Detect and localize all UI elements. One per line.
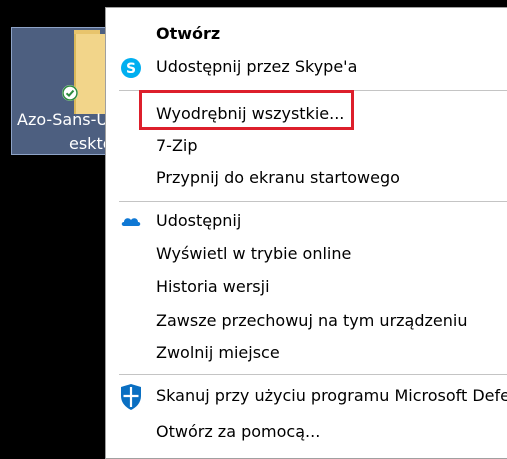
menu-item-label: Udostępnij przez Skype'a xyxy=(156,57,358,76)
menu-item-share-onedrive[interactable]: Udostępnij xyxy=(106,206,507,236)
menu-item-label: Otwórz xyxy=(156,24,221,43)
svg-text:S: S xyxy=(126,61,136,77)
onedrive-cloud-icon xyxy=(119,211,143,233)
menu-item-version-history[interactable]: Historia wersji xyxy=(106,272,507,302)
menu-item-label: Przypnij do ekranu startowego xyxy=(156,168,400,187)
menu-separator xyxy=(119,90,507,91)
desktop-folder-item[interactable]: Azo-Sans-U eskto xyxy=(11,27,109,155)
menu-item-label: Historia wersji xyxy=(156,277,270,296)
menu-separator xyxy=(119,201,507,202)
menu-item-label: Otwórz za pomocą... xyxy=(156,422,321,441)
defender-shield-icon xyxy=(119,383,143,411)
menu-item-free-up-space[interactable]: Zwolnij miejsce xyxy=(106,338,507,368)
menu-item-label: Wyświetl w trybie online xyxy=(156,244,352,263)
folder-icon xyxy=(74,34,108,114)
menu-item-7zip[interactable]: 7-Zip xyxy=(106,131,507,161)
skype-icon: S xyxy=(119,57,143,79)
menu-item-pin-to-start[interactable]: Przypnij do ekranu startowego xyxy=(106,163,507,193)
desktop-item-label-line1: Azo-Sans-U xyxy=(17,110,109,129)
menu-item-scan-defender[interactable]: Skanuj przy użyciu programu Microsoft De… xyxy=(106,381,507,411)
menu-item-label: Udostępnij xyxy=(156,211,242,230)
menu-item-extract-all[interactable]: Wyodrębnij wszystkie... xyxy=(106,99,507,129)
menu-item-open[interactable]: Otwórz xyxy=(106,19,507,49)
menu-item-always-keep-on-device[interactable]: Zawsze przechowuj na tym urządzeniu xyxy=(106,306,507,336)
menu-item-share-skype[interactable]: S Udostępnij przez Skype'a xyxy=(106,52,507,82)
menu-separator xyxy=(119,374,507,375)
menu-item-label: Zawsze przechowuj na tym urządzeniu xyxy=(156,311,468,330)
desktop-item-label-line2: eskto xyxy=(69,134,109,153)
menu-item-label: Wyodrębnij wszystkie... xyxy=(156,104,345,123)
menu-item-label: 7-Zip xyxy=(156,136,198,155)
synced-check-icon xyxy=(62,85,78,101)
menu-item-view-online[interactable]: Wyświetl w trybie online xyxy=(106,239,507,269)
menu-item-label: Skanuj przy użyciu programu Microsoft De… xyxy=(156,386,507,405)
context-menu: Otwórz S Udostępnij przez Skype'a Wyodrę… xyxy=(105,7,507,459)
desktop-item-label: Azo-Sans-U eskto xyxy=(12,108,109,154)
menu-item-label: Zwolnij miejsce xyxy=(156,343,280,362)
menu-item-open-with[interactable]: Otwórz za pomocą... xyxy=(106,417,507,447)
